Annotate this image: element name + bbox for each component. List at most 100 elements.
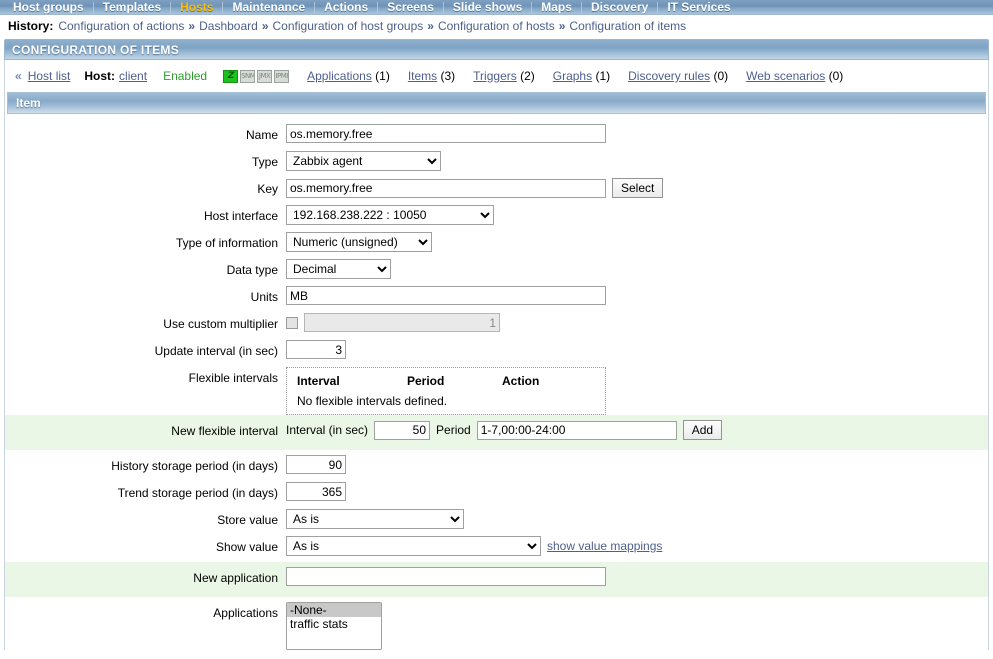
new-interval-sublabel: Interval (in sec) xyxy=(286,423,369,437)
breadcrumb-separator: » xyxy=(427,19,434,33)
breadcrumb-separator: » xyxy=(188,19,196,33)
data-type-label: Data type xyxy=(226,263,278,277)
field-row-type-of-information: Type of information Numeric (unsigned)Nu… xyxy=(5,231,988,258)
menu-item-slide-shows[interactable]: Slide shows xyxy=(444,1,531,14)
host-link-graphs[interactable]: Graphs xyxy=(553,69,592,83)
key-label: Key xyxy=(257,182,278,196)
use-custom-multiplier-label: Use custom multiplier xyxy=(163,317,278,331)
item-section-header: Item xyxy=(7,92,986,114)
field-row-units: Units xyxy=(5,285,988,312)
applications-label: Applications xyxy=(213,606,278,620)
show-value-label: Show value xyxy=(215,540,278,554)
breadcrumb-link[interactable]: Configuration of hosts xyxy=(438,19,555,33)
host-interface-select[interactable]: 192.168.238.222 : 10050 xyxy=(286,205,494,225)
host-label: Host: xyxy=(84,69,116,83)
data-type-select[interactable]: BooleanOctalDecimalHexadecimal xyxy=(286,259,391,279)
field-row-name: Name xyxy=(5,123,988,150)
trend-storage-period-input[interactable] xyxy=(286,482,346,501)
host-entity-links: Applications (1) Items (3) Triggers (2) Gra… xyxy=(289,69,843,83)
field-row-host-interface: Host interface 192.168.238.222 : 10050 xyxy=(5,204,988,231)
host-entity-link-group: Web scenarios (0) xyxy=(746,69,843,83)
new-period-sublabel: Period xyxy=(436,423,471,437)
use-custom-multiplier-checkbox[interactable] xyxy=(286,316,298,329)
store-value-label: Store value xyxy=(217,513,278,527)
history-label: History: xyxy=(8,19,54,33)
add-flexible-interval-button[interactable]: Add xyxy=(682,420,723,440)
field-row-new-flexible-interval: New flexible interval Interval (in sec) … xyxy=(5,415,988,450)
host-context-bar: « Host list Host: client Enabled ZSNMPJM… xyxy=(4,60,989,92)
host-name-link[interactable]: client xyxy=(119,69,147,83)
field-row-history-storage-period: History storage period (in days) xyxy=(5,450,988,481)
jmx-availability-icon: JMX xyxy=(257,69,273,83)
host-link-count: (1) xyxy=(592,69,611,83)
menu-item-templates[interactable]: Templates xyxy=(94,1,170,14)
menu-item-hosts[interactable]: Hosts xyxy=(171,1,222,14)
breadcrumb-link[interactable]: Configuration of host groups xyxy=(273,19,424,33)
host-link-discovery-rules[interactable]: Discovery rules xyxy=(628,69,710,83)
item-section: Item xyxy=(4,92,989,114)
field-row-applications: Applications -None-traffic stats xyxy=(5,597,988,650)
host-link-count: (0) xyxy=(710,69,729,83)
new-application-input[interactable] xyxy=(286,567,606,586)
field-row-new-application: New application xyxy=(5,562,988,597)
menu-item-screens[interactable]: Screens xyxy=(378,1,443,14)
field-row-show-value: Show value As is show value mappings xyxy=(5,535,988,562)
units-label: Units xyxy=(250,290,278,304)
snmp-availability-icon: SNMP xyxy=(240,69,256,83)
store-value-select[interactable]: As isDelta (speed per second)Delta (simp… xyxy=(286,509,464,529)
ipmi-availability-icon: IPMI xyxy=(274,69,290,83)
custom-multiplier-input[interactable] xyxy=(304,313,500,332)
host-link-applications[interactable]: Applications xyxy=(307,69,372,83)
key-select-button[interactable]: Select xyxy=(612,178,664,198)
new-flexible-interval-input[interactable] xyxy=(374,420,431,440)
key-input[interactable] xyxy=(286,178,606,198)
history-storage-period-input[interactable] xyxy=(286,455,346,474)
host-status: Enabled xyxy=(163,69,208,83)
update-interval-input[interactable] xyxy=(286,340,346,359)
host-link-count: (0) xyxy=(825,69,844,83)
type-of-information-select[interactable]: Numeric (unsigned)Numeric (float)Charact… xyxy=(286,232,432,252)
breadcrumb-link[interactable]: Configuration of items xyxy=(569,19,686,33)
field-row-trend-storage-period: Trend storage period (in days) xyxy=(5,481,988,508)
show-value-mappings-link[interactable]: show value mappings xyxy=(547,539,662,553)
breadcrumb-items: Configuration of actions» Dashboard» Confi… xyxy=(58,19,686,33)
new-flexible-interval-label: New flexible interval xyxy=(171,424,278,438)
breadcrumb-link[interactable]: Configuration of actions xyxy=(58,19,184,33)
units-input[interactable] xyxy=(286,286,606,305)
column-header-action: Action xyxy=(502,374,540,388)
menu-item-maps[interactable]: Maps xyxy=(532,1,581,14)
field-row-key: Key Select xyxy=(5,177,988,204)
show-value-select[interactable]: As is xyxy=(286,536,541,556)
host-entity-link-group: Discovery rules (0) xyxy=(628,69,728,83)
type-select[interactable]: Zabbix agentZabbix agent (active)Simple … xyxy=(286,151,441,171)
history-storage-period-label: History storage period (in days) xyxy=(111,459,278,473)
host-link-items[interactable]: Items xyxy=(408,69,437,83)
breadcrumb-link[interactable]: Dashboard xyxy=(199,19,258,33)
new-flexible-period-input[interactable] xyxy=(476,420,677,440)
update-interval-label: Update interval (in sec) xyxy=(154,344,278,358)
host-link-count: (3) xyxy=(437,69,456,83)
menu-item-it-services[interactable]: IT Services xyxy=(658,1,739,14)
column-header-period: Period xyxy=(407,374,445,388)
field-row-flexible-intervals: Flexible intervals Interval Period Actio… xyxy=(5,366,988,415)
page-title-band: CONFIGURATION OF ITEMS xyxy=(4,39,989,60)
name-input[interactable] xyxy=(286,124,606,143)
host-link-triggers[interactable]: Triggers xyxy=(473,69,517,83)
menu-item-discovery[interactable]: Discovery xyxy=(582,1,657,14)
availability-icon-group: ZSNMPJMXIPMI xyxy=(223,69,290,83)
menu-item-maintenance[interactable]: Maintenance xyxy=(223,1,314,14)
host-entity-link-group: Graphs (1) xyxy=(553,69,610,83)
menu-item-host-groups[interactable]: Host groups xyxy=(4,1,93,14)
menu-item-actions[interactable]: Actions xyxy=(315,1,377,14)
host-list-link[interactable]: Host list xyxy=(28,69,71,83)
column-header-interval: Interval xyxy=(297,374,340,388)
field-row-data-type: Data type BooleanOctalDecimalHexadecimal xyxy=(5,258,988,285)
new-application-label: New application xyxy=(193,571,278,585)
host-link-web-scenarios[interactable]: Web scenarios xyxy=(746,69,825,83)
zbx-availability-icon: Z xyxy=(223,69,239,83)
host-entity-link-group: Items (3) xyxy=(408,69,455,83)
breadcrumb: History: Configuration of actions» Dashbo… xyxy=(0,15,993,38)
applications-listbox[interactable]: -None-traffic stats xyxy=(286,602,382,650)
back-chevron-icon[interactable]: « xyxy=(15,69,22,83)
host-interface-label: Host interface xyxy=(203,209,278,223)
